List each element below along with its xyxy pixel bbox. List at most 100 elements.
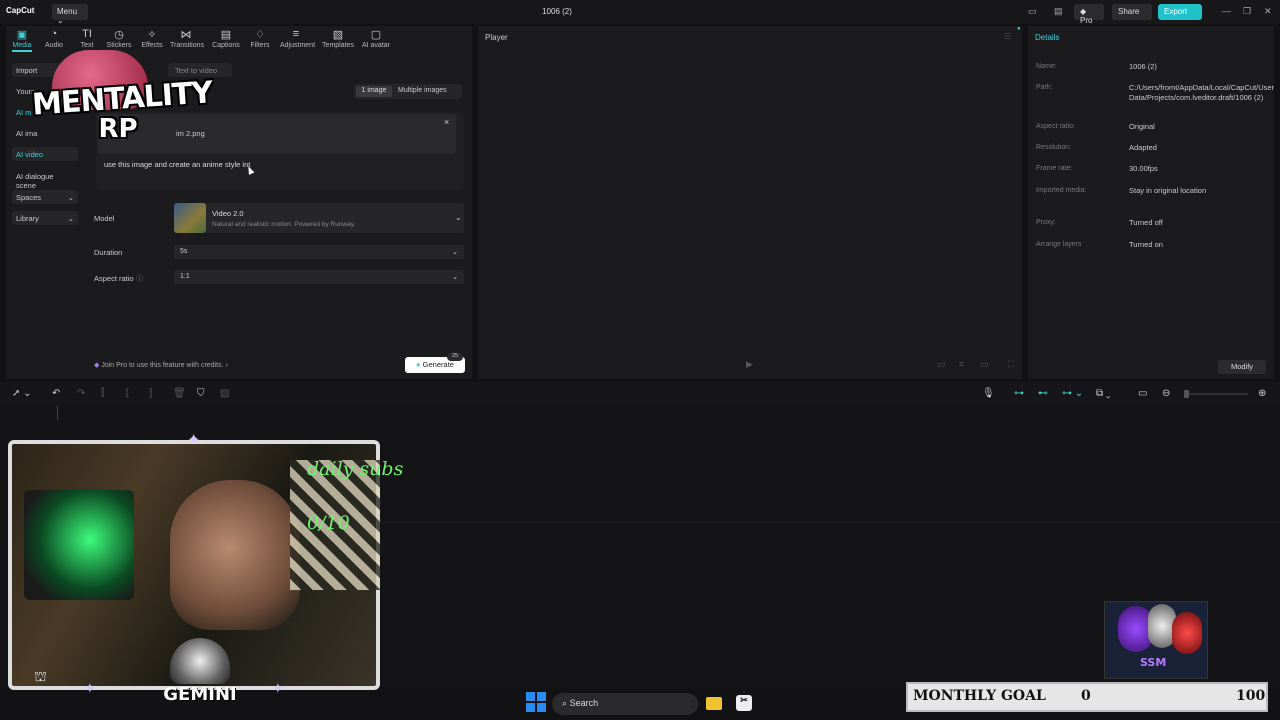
display-icon[interactable]: ▤: [1054, 6, 1063, 17]
share-button[interactable]: Share: [1112, 4, 1152, 20]
tab-text[interactable]: TI Text: [71, 28, 103, 49]
chevron-down-icon: ⌄: [455, 213, 462, 222]
close-icon[interactable]: ✕: [1264, 6, 1272, 17]
zoom-slider[interactable]: [1186, 393, 1248, 395]
layout-icon[interactable]: ▭: [1028, 6, 1037, 17]
split-left-icon[interactable]: ⟦: [125, 388, 130, 399]
snapshot-icon[interactable]: ▭: [937, 359, 946, 370]
restore-icon[interactable]: ❐: [1243, 6, 1251, 17]
export-button[interactable]: Export: [1158, 4, 1202, 20]
prompt-input[interactable]: use this image and create an anime style…: [104, 160, 250, 169]
toolbar-label: Audio: [45, 42, 63, 49]
redo-icon[interactable]: ↷: [77, 388, 85, 399]
link-main-track-icon[interactable]: ⊶: [1014, 388, 1024, 399]
zoom-slider-handle[interactable]: [1184, 390, 1189, 398]
crop-icon[interactable]: ⌗: [959, 359, 964, 370]
player-panel: [478, 26, 1022, 379]
modify-button[interactable]: Modify: [1218, 360, 1266, 374]
duration-select[interactable]: 5s ⌄: [174, 245, 464, 259]
tab-effects[interactable]: ✧ Effects: [136, 28, 168, 49]
detail-value: Turned off: [1129, 218, 1163, 227]
tab-filters[interactable]: ♢ Filters: [244, 28, 276, 49]
select-tool-icon[interactable]: ➚ ⌄: [12, 388, 32, 399]
detail-key: Arrange layers: [1036, 241, 1082, 248]
monthly-goal-target: 100: [1236, 688, 1266, 704]
sidebar-item-ai-image[interactable]: AI ima: [12, 126, 78, 140]
aspect-ratio-value: 1:1: [180, 273, 190, 280]
details-title: Details: [1035, 33, 1060, 42]
taskbar-search[interactable]: ⌕ Search: [552, 693, 698, 715]
generate-label: Generate: [422, 360, 454, 369]
ai-avatar-icon: ▢: [370, 29, 382, 41]
duration-value: 5s: [180, 248, 188, 255]
bag-icon: ⛫: [34, 668, 47, 684]
brand-line2: RP: [98, 114, 138, 144]
toolbar-label: Captions: [212, 42, 240, 49]
join-pro-text: Join Pro to use this feature with credit…: [101, 362, 224, 369]
tab-templates[interactable]: ▧ Templates: [322, 28, 354, 49]
tab-adjustment[interactable]: ≡ Adjustment: [280, 28, 315, 49]
sidebar-item-ai-video[interactable]: AI video: [12, 147, 78, 161]
chevron-down-icon: ⌄: [452, 274, 458, 281]
detail-value: Turned on: [1129, 240, 1163, 249]
detail-key: Resolution:: [1036, 144, 1072, 151]
close-icon[interactable]: ×: [444, 117, 449, 127]
tab-stickers[interactable]: ◷ Stickers: [103, 28, 135, 49]
tab-media[interactable]: ▣ Media: [6, 28, 38, 49]
filters-icon: ♢: [255, 29, 265, 41]
sparkle-icon: ✦: [187, 432, 201, 449]
delete-icon[interactable]: 🗑: [173, 388, 186, 399]
split-right-icon[interactable]: ⟧: [148, 388, 153, 399]
shield-icon[interactable]: ⛉: [197, 388, 205, 399]
toolbar-label: AI avatar: [361, 42, 390, 49]
multiple-images-option[interactable]: Multiple images: [398, 87, 447, 94]
sidebar-item-ai-dialogue-scene[interactable]: AI dialogue scene: [12, 169, 78, 190]
tab-audio[interactable]: ◔ Audio: [38, 28, 70, 49]
aspect-ratio-label: Aspect ratio ⓘ: [94, 273, 143, 284]
templates-icon: ▧: [332, 29, 344, 41]
minimize-icon[interactable]: —: [1222, 6, 1231, 16]
toolbar-label: Templates: [322, 42, 354, 49]
split-icon[interactable]: ⫿: [101, 388, 104, 399]
model-select[interactable]: [174, 203, 464, 233]
tab-captions[interactable]: ▤ Captions: [210, 28, 242, 49]
audio-icon: ◔: [50, 28, 58, 40]
magnet-icon[interactable]: ⊷: [1038, 388, 1048, 399]
preview-axis-icon[interactable]: ⧉ ⌄: [1096, 388, 1111, 399]
fullscreen-icon[interactable]: ⛶: [1008, 359, 1014, 370]
detail-key: Aspect ratio:: [1036, 123, 1075, 130]
toolbar-label: Media: [12, 42, 32, 49]
aspect-ratio-select[interactable]: 1:1 ⌄: [174, 270, 464, 284]
tab-transitions[interactable]: ⋈ Transitions: [170, 28, 204, 49]
info-icon: ⓘ: [135, 274, 144, 283]
sidebar-item-spaces[interactable]: Spaces ⌄: [12, 190, 78, 204]
zoom-in-icon[interactable]: ⊕: [1258, 388, 1266, 399]
capcut-taskbar-icon[interactable]: ✂: [736, 695, 752, 711]
duration-label: Duration: [94, 248, 123, 257]
playhead[interactable]: [57, 406, 58, 420]
zoom-out-icon[interactable]: ⊖: [1162, 388, 1170, 399]
join-pro-link[interactable]: ◆ Join Pro to use this feature with cred…: [94, 361, 228, 369]
model-description: Natural and realistic motion. Powered by…: [212, 221, 356, 228]
image-icon[interactable]: ▨: [220, 388, 229, 399]
windows-start-icon[interactable]: [526, 692, 546, 712]
microphone-icon[interactable]: 🎙: [982, 388, 995, 399]
play-icon[interactable]: ▶: [746, 359, 753, 370]
tab-ai-avatar[interactable]: ▢ AI avatar: [360, 28, 392, 49]
hamburger-menu-icon[interactable]: ☰: [1004, 32, 1011, 41]
undo-icon[interactable]: ↶: [52, 388, 60, 399]
status-dot-icon: ●: [1017, 26, 1021, 32]
detail-value: Original: [1129, 122, 1155, 131]
share-label: Share: [1118, 7, 1140, 16]
sparkle-icon: ✦: [272, 680, 284, 696]
model-label: Model: [94, 214, 115, 223]
sidebar-item-library[interactable]: Library ⌄: [12, 211, 78, 225]
pro-button[interactable]: ◆ Pro: [1074, 4, 1104, 25]
ratio-icon[interactable]: ▭: [980, 359, 989, 370]
link-icon[interactable]: ⊶ ⌄: [1062, 388, 1083, 399]
zoom-fit-icon[interactable]: ▭: [1138, 388, 1147, 399]
timeline-toolbar: [0, 382, 1280, 406]
menu-button[interactable]: Menu ⌄: [52, 4, 88, 25]
file-explorer-icon[interactable]: [706, 697, 722, 710]
one-image-option[interactable]: 1 image: [356, 86, 392, 97]
